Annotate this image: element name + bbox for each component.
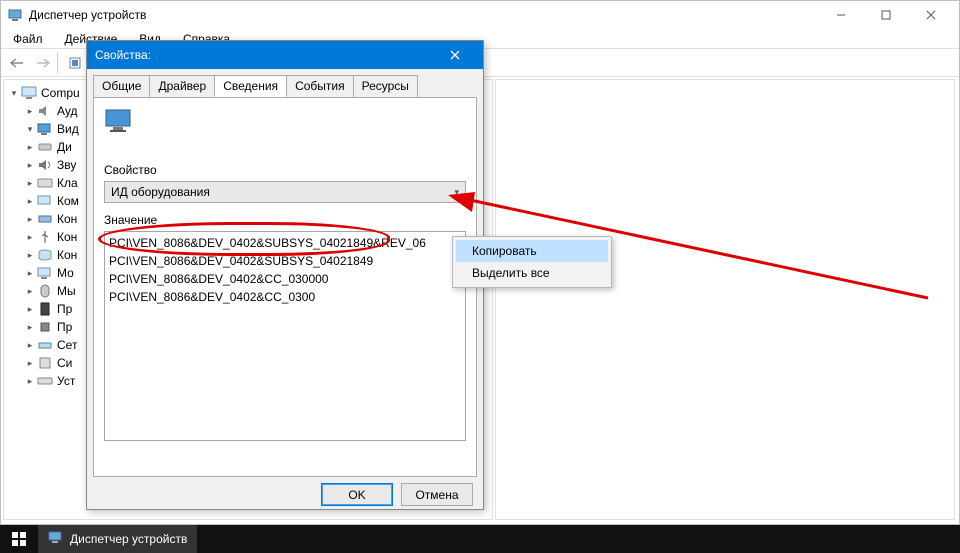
hid-icon [36,374,54,389]
network-icon [36,338,54,353]
start-button[interactable] [0,525,38,553]
expand-icon[interactable]: ▸ [24,318,36,336]
tree-item-label: Ком [57,192,79,210]
monitor-icon [36,266,54,281]
audio-icon [36,104,54,119]
cancel-button[interactable]: Отмена [401,483,473,506]
property-combo[interactable]: ИД оборудования ▾ [104,181,466,203]
expand-icon[interactable]: ▸ [24,138,36,156]
tab-body: Свойство ИД оборудования ▾ Значение PCI\… [93,97,477,477]
properties-dialog: Свойства: Общие Драйвер Сведения События… [86,40,484,510]
disk-icon [36,140,54,155]
display-icon [36,122,54,137]
value-row[interactable]: PCI\VEN_8086&DEV_0402&CC_030000 [109,270,461,288]
taskbar-app-button[interactable]: Диспетчер устройств [38,525,197,553]
controller-icon [36,212,54,227]
dm-title: Диспетчер устройств [29,8,818,22]
prop-close-button[interactable] [435,41,475,69]
device-manager-icon [7,7,23,23]
tree-item-label: Кла [57,174,78,192]
property-label: Свойство [104,163,466,177]
tree-item-label: Уст [57,372,75,390]
tree-item-label: Кон [57,210,77,228]
tree-item-label: Зву [57,156,76,174]
tree-item-label: Си [57,354,72,372]
firmware-icon [36,302,54,317]
dialog-buttons: OK Отмена [87,483,483,514]
tree-item-label: Ауд [57,102,77,120]
mouse-icon [36,284,54,299]
tree-item-label: Ди [57,138,72,156]
tab-driver[interactable]: Драйвер [149,75,215,97]
expand-icon[interactable]: ▸ [24,336,36,354]
tab-events[interactable]: События [286,75,354,97]
expand-icon[interactable]: ▾ [8,84,20,102]
value-label: Значение [104,213,466,227]
context-copy[interactable]: Копировать [456,240,608,262]
storage-icon [36,248,54,263]
expand-icon[interactable]: ▸ [24,210,36,228]
ok-button[interactable]: OK [321,483,393,506]
value-row[interactable]: PCI\VEN_8086&DEV_0402&CC_0300 [109,288,461,306]
toolbar-back-button[interactable] [5,52,29,74]
processor-icon [36,320,54,335]
dm-titlebar: Диспетчер устройств [1,1,959,29]
value-listbox[interactable]: PCI\VEN_8086&DEV_0402&SUBSYS_04021849&RE… [104,231,466,441]
expand-icon[interactable]: ▸ [24,246,36,264]
usb-icon [36,230,54,245]
prop-titlebar: Свойства: [87,41,483,69]
tree-item-label: Сет [57,336,77,354]
expand-icon[interactable]: ▸ [24,156,36,174]
tree-item-label: Мы [57,282,76,300]
tree-item-label: Мо [57,264,74,282]
context-menu: Копировать Выделить все [452,236,612,288]
expand-icon[interactable]: ▸ [24,174,36,192]
details-pane [495,79,955,520]
expand-icon[interactable]: ▸ [24,264,36,282]
chevron-down-icon: ▾ [454,187,459,198]
toolbar-forward-button[interactable] [31,52,55,74]
minimize-button[interactable] [818,1,863,29]
tree-item-label: Пр [57,318,72,336]
property-combo-value: ИД оборудования [111,185,210,199]
computer-icon [36,194,54,209]
sound-icon [36,158,54,173]
expand-icon[interactable]: ▸ [24,192,36,210]
keyboard-icon [36,176,54,191]
expand-icon[interactable]: ▸ [24,282,36,300]
tree-item-label: Вид [57,120,79,138]
prop-title: Свойства: [95,48,435,62]
device-display-icon [104,125,136,139]
expand-icon[interactable]: ▾ [24,120,36,138]
expand-icon[interactable]: ▸ [24,102,36,120]
value-row[interactable]: PCI\VEN_8086&DEV_0402&SUBSYS_04021849 [109,252,461,270]
tab-details[interactable]: Сведения [214,75,287,97]
value-row[interactable]: PCI\VEN_8086&DEV_0402&SUBSYS_04021849&RE… [109,234,461,252]
computer-icon [20,86,38,101]
tree-item-label: Кон [57,228,77,246]
tab-general[interactable]: Общие [93,75,150,97]
tree-item-label: Пр [57,300,72,318]
expand-icon[interactable]: ▸ [24,372,36,390]
taskbar-app-label: Диспетчер устройств [70,532,187,546]
window-buttons [818,1,953,29]
toolbar-separator [57,52,61,74]
menu-file[interactable]: Файл [9,30,47,48]
toolbar-show-hidden-button[interactable] [63,52,87,74]
maximize-button[interactable] [863,1,908,29]
tree-item-label: Кон [57,246,77,264]
tree-root-label: Compu [41,84,80,102]
expand-icon[interactable]: ▸ [24,228,36,246]
tab-resources[interactable]: Ресурсы [353,75,418,97]
taskbar: Диспетчер устройств [0,525,960,553]
system-icon [36,356,54,371]
device-manager-icon [48,531,64,548]
context-select-all[interactable]: Выделить все [456,262,608,284]
expand-icon[interactable]: ▸ [24,300,36,318]
tab-strip: Общие Драйвер Сведения События Ресурсы [87,69,483,97]
close-button[interactable] [908,1,953,29]
expand-icon[interactable]: ▸ [24,354,36,372]
